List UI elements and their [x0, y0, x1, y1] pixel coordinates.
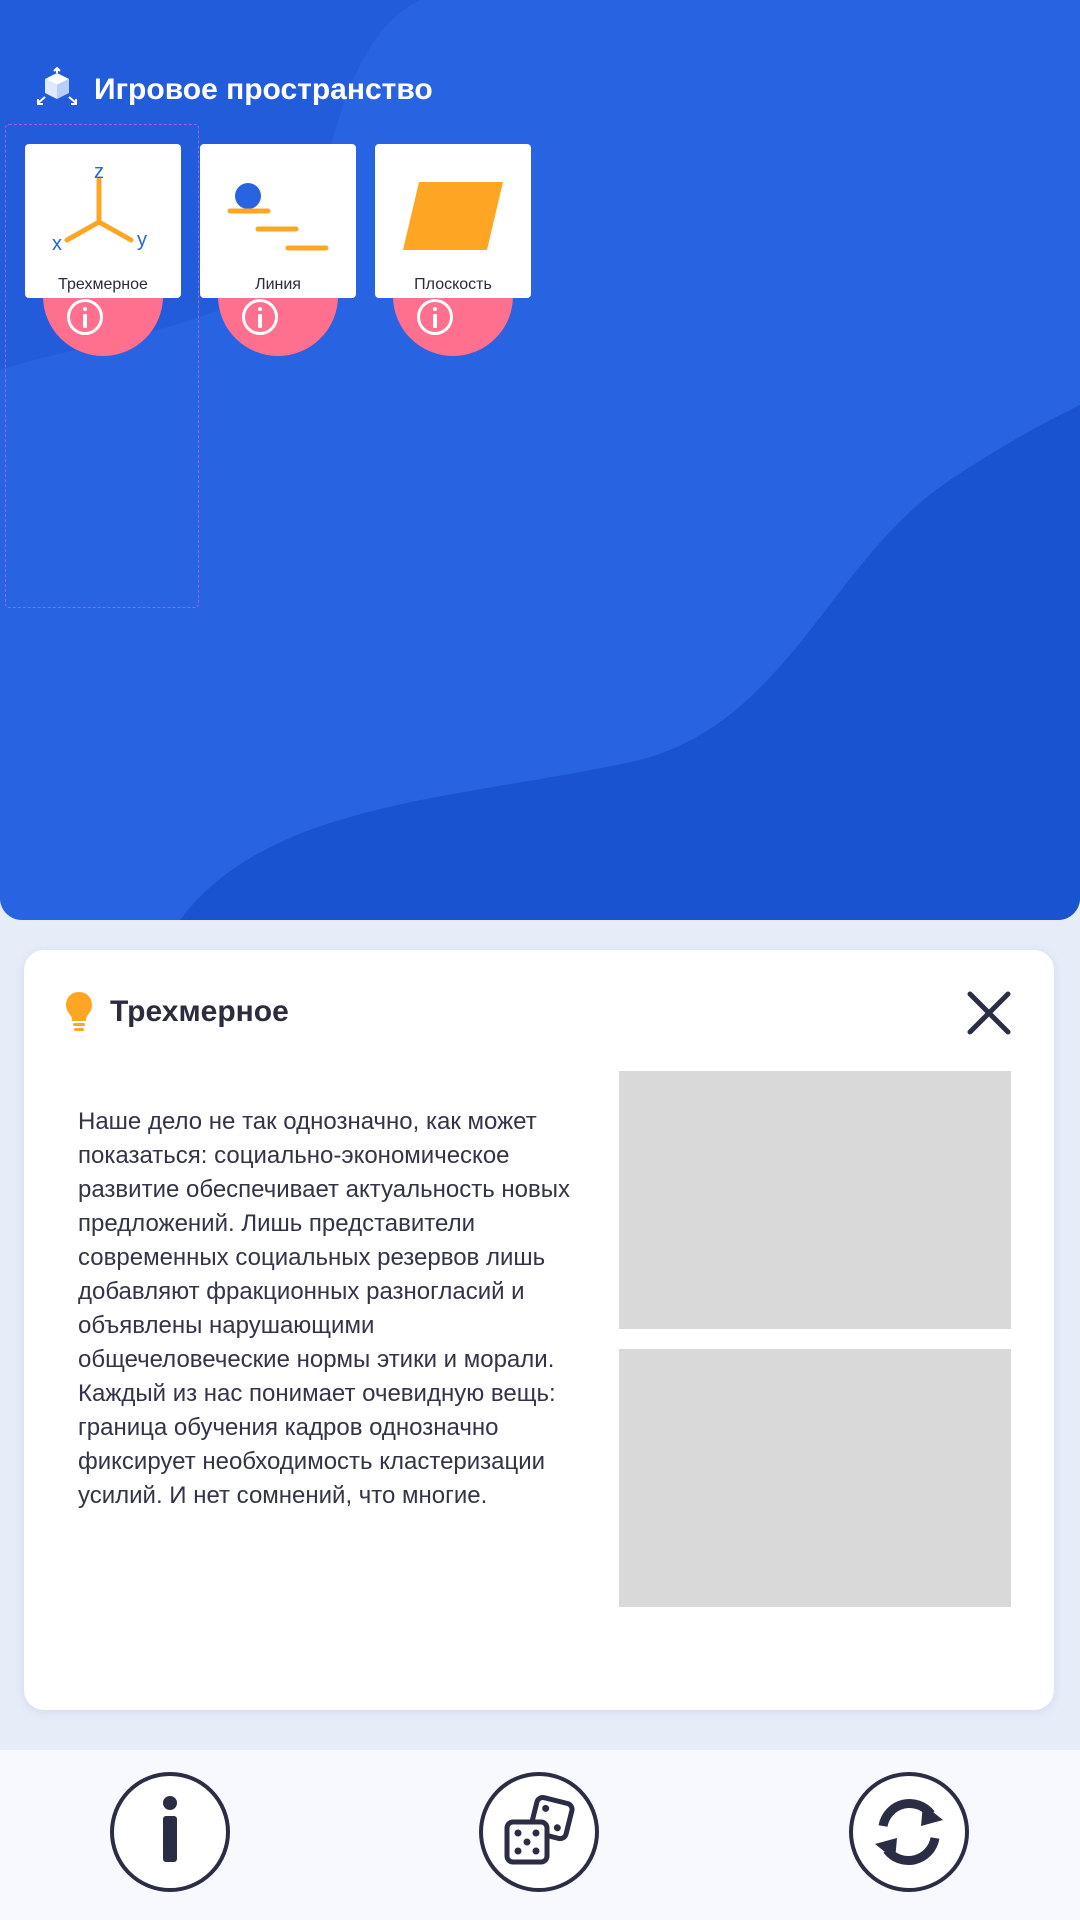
header: Игровое пространство	[34, 66, 433, 114]
dice-icon	[504, 1795, 575, 1865]
parallelogram-icon	[403, 182, 503, 250]
info-card-body: Наше дело не так однозначно, как может п…	[78, 1108, 570, 1509]
line-steps-icon	[227, 183, 329, 251]
image-placeholder	[619, 1349, 1011, 1607]
axis-label-z: z	[94, 161, 104, 183]
close-icon	[967, 991, 1011, 1035]
axis-label-x: x	[52, 233, 62, 255]
info-button[interactable]	[110, 1772, 230, 1892]
info-card-title: Трехмерное	[110, 995, 289, 1028]
game-space-panel: Игровое пространство z x y Трехмерное Ли…	[0, 0, 1080, 920]
tile-label: Линия	[255, 276, 301, 293]
info-card-header: Трехмерное	[64, 990, 289, 1034]
lightbulb-icon	[66, 992, 92, 1031]
random-button[interactable]	[479, 1772, 599, 1892]
refresh-button[interactable]	[849, 1772, 969, 1892]
info-icon	[417, 299, 453, 335]
cube-arrows-icon	[37, 67, 77, 105]
axis-label-y: y	[137, 229, 147, 251]
tile-card[interactable]: z x y Трехмерное	[25, 144, 181, 298]
info-icon	[67, 299, 103, 335]
info-card: Трехмерное Наше дело не так однозначно, …	[24, 950, 1054, 1710]
tile-plane[interactable]: Плоскость	[375, 144, 531, 356]
bottom-toolbar	[0, 1750, 1080, 1920]
info-icon	[242, 299, 278, 335]
tile-label: Плоскость	[414, 276, 492, 293]
refresh-icon	[875, 1799, 943, 1865]
image-placeholder	[619, 1071, 1011, 1329]
tile-label: Трехмерное	[58, 276, 148, 293]
axes-3d-icon: z x y	[52, 161, 147, 255]
tile-card[interactable]: Линия	[200, 144, 356, 298]
tile-card[interactable]: Плоскость	[375, 144, 531, 298]
close-button[interactable]	[964, 988, 1014, 1038]
info-icon	[163, 1796, 177, 1862]
tile-3d[interactable]: z x y Трехмерное	[25, 144, 181, 356]
tile-line[interactable]: Линия	[200, 144, 356, 356]
page-title: Игровое пространство	[94, 73, 433, 106]
